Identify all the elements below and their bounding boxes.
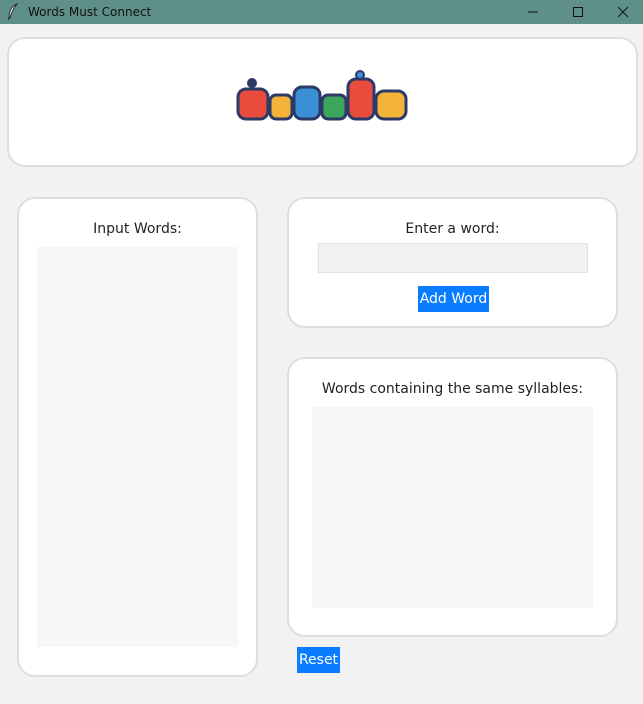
title-bar: Words Must Connect [0, 0, 643, 24]
app-logo [236, 70, 407, 121]
reset-button[interactable]: Reset [297, 647, 340, 673]
close-icon [617, 6, 629, 18]
add-word-button[interactable]: Add Word [418, 286, 489, 312]
maximize-button[interactable] [555, 0, 601, 24]
maximize-icon [573, 7, 583, 17]
word-input[interactable] [318, 243, 588, 273]
logo-container [9, 69, 636, 135]
same-syllables-label: Words containing the same syllables: [321, 381, 584, 397]
enter-word-label: Enter a word: [405, 221, 500, 237]
minimize-icon [528, 11, 538, 13]
logo-card [7, 37, 638, 167]
input-words-card: Input Words: [17, 197, 258, 677]
input-words-label: Input Words: [93, 221, 182, 237]
same-syllables-card: Words containing the same syllables: [287, 357, 618, 637]
minimize-button[interactable] [510, 0, 556, 24]
input-words-list[interactable] [37, 247, 238, 647]
same-syllables-list[interactable] [312, 407, 593, 608]
enter-word-card: Enter a word: Add Word [287, 197, 618, 328]
window-title: Words Must Connect [28, 5, 152, 19]
feather-icon [7, 3, 19, 21]
close-button[interactable] [600, 0, 643, 24]
